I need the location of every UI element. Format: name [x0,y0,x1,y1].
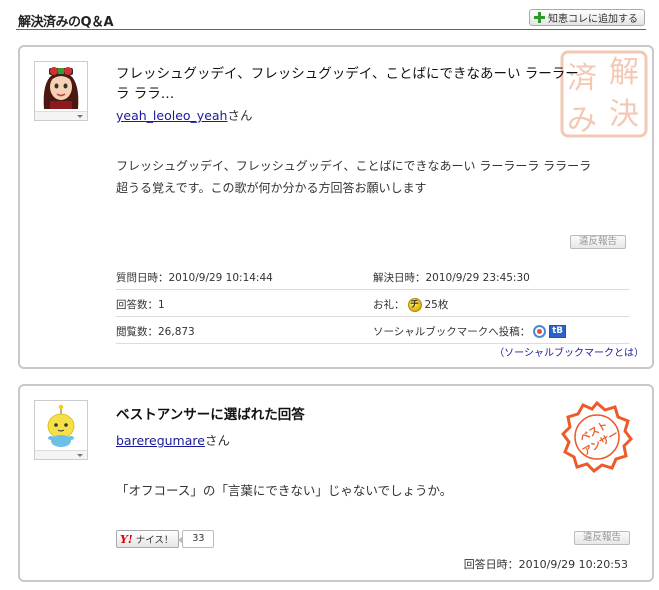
question-body: フレッシュグッデイ、フレッシュグッデイ、ことばにできなあーい ラーラーラ ララー… [116,155,626,199]
questioner-name-link[interactable]: yeah_leoleo_yeah [116,108,227,123]
resolved-date: 解決日時：2010/9/29 23:45:30 [373,272,530,284]
answerer-suffix: さん [204,433,230,448]
section-title: 解決済みのQ＆A [18,15,114,30]
avatar-dropdown[interactable] [35,450,87,459]
question-card: 解 決 済 み フレッシュグッデイ、フレッシュグッデイ、ことばにできなあーい ラ… [18,45,654,369]
social-bookmark-label: ソーシャルブックマークへ投稿： [373,326,531,338]
answer-body: 「オフコース」の「言葉にできない」じゃないでしょうか。 [116,483,453,498]
plus-icon [534,12,545,23]
add-to-collection-label: 知恵コレに追加する [548,14,638,25]
avatar-dropdown[interactable] [35,111,87,120]
nice-count: 33 [178,530,215,548]
view-count: 閲覧数：26,873 [116,326,195,338]
social-bookmark-help-link[interactable]: （ソーシャルブックマークとは） [494,344,644,359]
nice-button[interactable]: Y! ナイス！ [116,530,180,548]
seal-char-4: み [567,103,597,138]
girl-avatar-icon [38,65,84,109]
question-title: フレッシュグッデイ、フレッシュグッデイ、ことばにできなあーい ラーラーラ ララ… [116,66,579,102]
answer-count: 回答数：1 [116,299,165,311]
bookmark-icon[interactable] [533,325,547,338]
hatena-letter: B [556,326,563,336]
asked-date: 質問日時：2010/9/29 10:14:44 [116,272,273,284]
question-body-line: 超うる覚えです。この歌が何か分かる方回答お願いします [116,181,427,195]
mascot-avatar-icon [38,404,84,448]
meta-row-views: 閲覧数：26,873 ソーシャルブックマークへ投稿： tB [116,317,630,344]
question-body-line: フレッシュグッデイ、フレッシュグッデイ、ことばにできなあーい ラーラーラ ララー… [116,159,592,173]
seal-char-1: 解 [609,55,639,90]
best-answer-card: ベスト アンサー ベストアンサーに選ばれた回答 bareregumareさん 「… [18,384,654,582]
yahoo-icon: Y! [120,532,133,546]
best-answer-stamp-icon: ベスト アンサー [561,400,633,473]
add-to-collection-button[interactable]: 知恵コレに追加する [529,9,645,26]
report-answer-button[interactable]: 違反報告 [574,531,631,545]
hatena-bookmark-icon[interactable]: tB [549,325,566,338]
questioner-avatar[interactable] [34,61,88,121]
questioner-suffix: さん [227,108,253,123]
nice-label: ナイス！ [135,535,174,546]
section-header: 解決済みのQ＆A 知恵コレに追加する [16,8,646,30]
social-bookmark: ソーシャルブックマークへ投稿： tB [373,324,566,339]
best-answer-heading: ベストアンサーに選ばれた回答 [116,407,305,423]
nice-widget: Y! ナイス！ 33 [116,530,215,548]
meta-row-counts: 回答数：1 お礼： チ 25枚 [116,290,630,317]
report-question-button[interactable]: 違反報告 [570,235,627,249]
answerer-name-link[interactable]: bareregumare [116,433,205,448]
answerer-line: bareregumareさん [116,430,230,449]
reward-value: 25枚 [424,299,449,311]
coin-icon: チ [407,297,422,312]
questioner-line: yeah_leoleo_yeahさん [116,105,252,124]
meta-row-dates: 質問日時：2010/9/29 10:14:44 解決日時：2010/9/29 2… [116,263,630,290]
seal-char-2: 決 [609,97,639,132]
reward: お礼： チ 25枚 [373,297,448,312]
reward-label: お礼： [373,299,405,311]
answer-date: 回答日時：2010/9/29 10:20:53 [463,558,628,571]
answerer-avatar[interactable] [34,400,88,460]
